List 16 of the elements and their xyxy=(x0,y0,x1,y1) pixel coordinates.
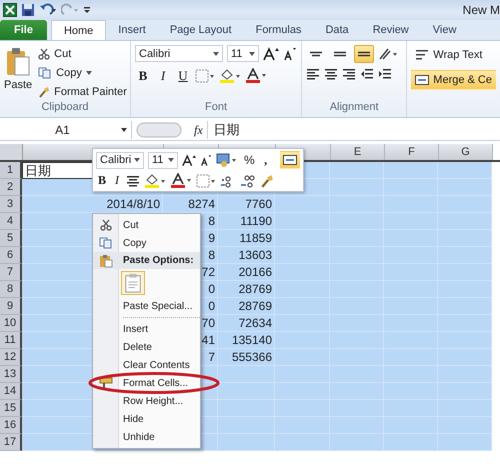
grid-cell: 2014/8/10 xyxy=(22,196,163,213)
grid-cell: 135140 xyxy=(218,332,275,349)
group-label: Clipboard xyxy=(40,101,90,115)
grid-cell: 11859 xyxy=(218,230,275,247)
grid-cell: 13603 xyxy=(218,247,275,264)
grid-cell: 7760 xyxy=(218,196,275,213)
grid-cell: 20166 xyxy=(218,264,275,281)
grid-cell: 28769 xyxy=(218,281,275,298)
grid-cell: 8274 xyxy=(163,196,218,213)
group-label: Font xyxy=(204,101,228,115)
window-title: New M xyxy=(462,3,500,17)
grid-cell: 72634 xyxy=(218,315,275,332)
grid-cell: 28769 xyxy=(218,298,275,315)
grid-cell: 11190 xyxy=(218,213,275,230)
group-label: Alignment xyxy=(328,101,380,115)
grid-cell: 555366 xyxy=(218,349,275,366)
